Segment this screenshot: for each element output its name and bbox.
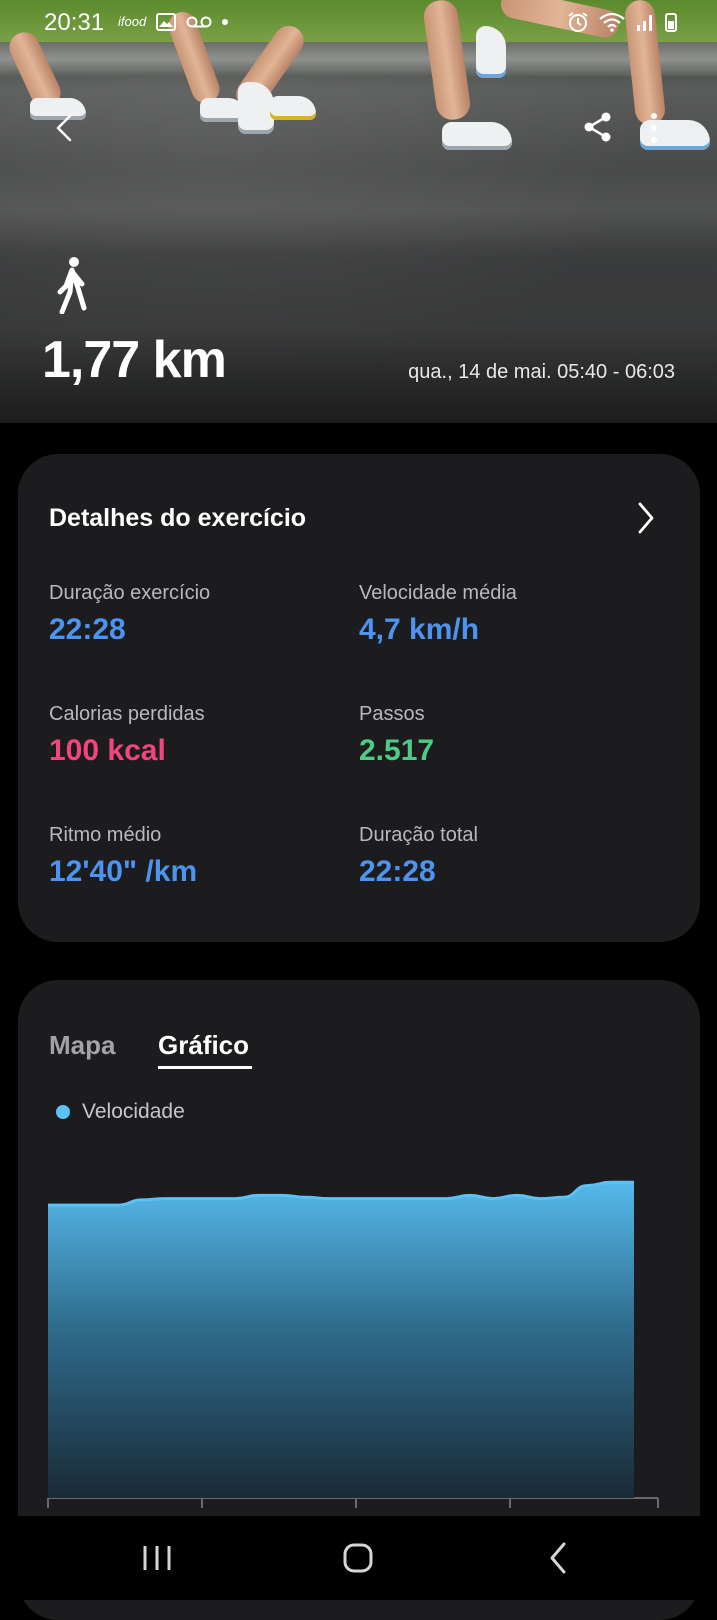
runner-shoe xyxy=(270,96,316,120)
stat-total-duration: Duração total 22:28 xyxy=(359,824,659,889)
chevron-right-icon[interactable] xyxy=(630,498,660,538)
alarm-icon xyxy=(568,12,588,32)
home-icon[interactable] xyxy=(333,1534,383,1582)
stat-label: Passos xyxy=(359,703,425,725)
background-curb xyxy=(0,42,717,76)
voicemail-icon xyxy=(186,16,212,28)
workout-datetime: qua., 14 de mai. 05:40 - 06:03 xyxy=(408,361,675,383)
stat-value: 100 kcal xyxy=(49,734,166,767)
stat-value: 2.517 xyxy=(359,734,435,767)
app-notification-icon: ifood xyxy=(118,14,147,29)
hero-shade xyxy=(0,233,717,423)
stat-exercise-duration: Duração exercício 22:28 xyxy=(49,582,349,647)
stat-label: Ritmo médio xyxy=(49,824,162,846)
stat-value: 22:28 xyxy=(359,855,436,888)
dot-icon xyxy=(222,19,229,25)
navigation-bar xyxy=(0,1516,717,1600)
runner-shoe xyxy=(238,82,274,134)
speed-series-area xyxy=(48,1182,634,1498)
stat-value: 12'40" /km xyxy=(49,855,198,888)
stat-value: 4,7 km/h xyxy=(359,613,480,646)
more-options-button[interactable] xyxy=(634,108,674,148)
walking-person-icon xyxy=(57,257,87,314)
distance-value: 1,77 km xyxy=(42,331,227,389)
status-time: 20:31 xyxy=(44,9,105,36)
stat-steps: Passos 2.517 xyxy=(359,703,659,768)
stat-label: Calorias perdidas xyxy=(49,703,205,725)
stat-label: Duração total xyxy=(359,824,478,846)
stat-calories: Calorias perdidas 100 kcal xyxy=(49,703,349,768)
stat-value: 22:28 xyxy=(49,613,126,646)
gallery-icon xyxy=(156,13,177,31)
stat-label: Duração exercício xyxy=(49,582,211,604)
back-icon[interactable] xyxy=(534,1534,584,1582)
share-button[interactable] xyxy=(578,108,618,148)
status-bar: 20:31 ifood xyxy=(0,0,717,44)
signal-icon xyxy=(637,15,652,31)
back-button[interactable] xyxy=(46,108,86,148)
stat-average-pace: Ritmo médio 12'40" /km xyxy=(49,824,349,889)
stat-average-speed: Velocidade média 4,7 km/h xyxy=(359,582,659,647)
exercise-details-card: Detalhes do exercício Duração exercício … xyxy=(18,454,700,942)
wifi-icon xyxy=(599,12,625,32)
recents-icon[interactable] xyxy=(132,1534,182,1582)
stat-label: Velocidade média xyxy=(359,582,517,604)
runner-shoe xyxy=(442,122,512,150)
battery-icon xyxy=(665,12,677,32)
details-title: Detalhes do exercício xyxy=(49,504,307,532)
